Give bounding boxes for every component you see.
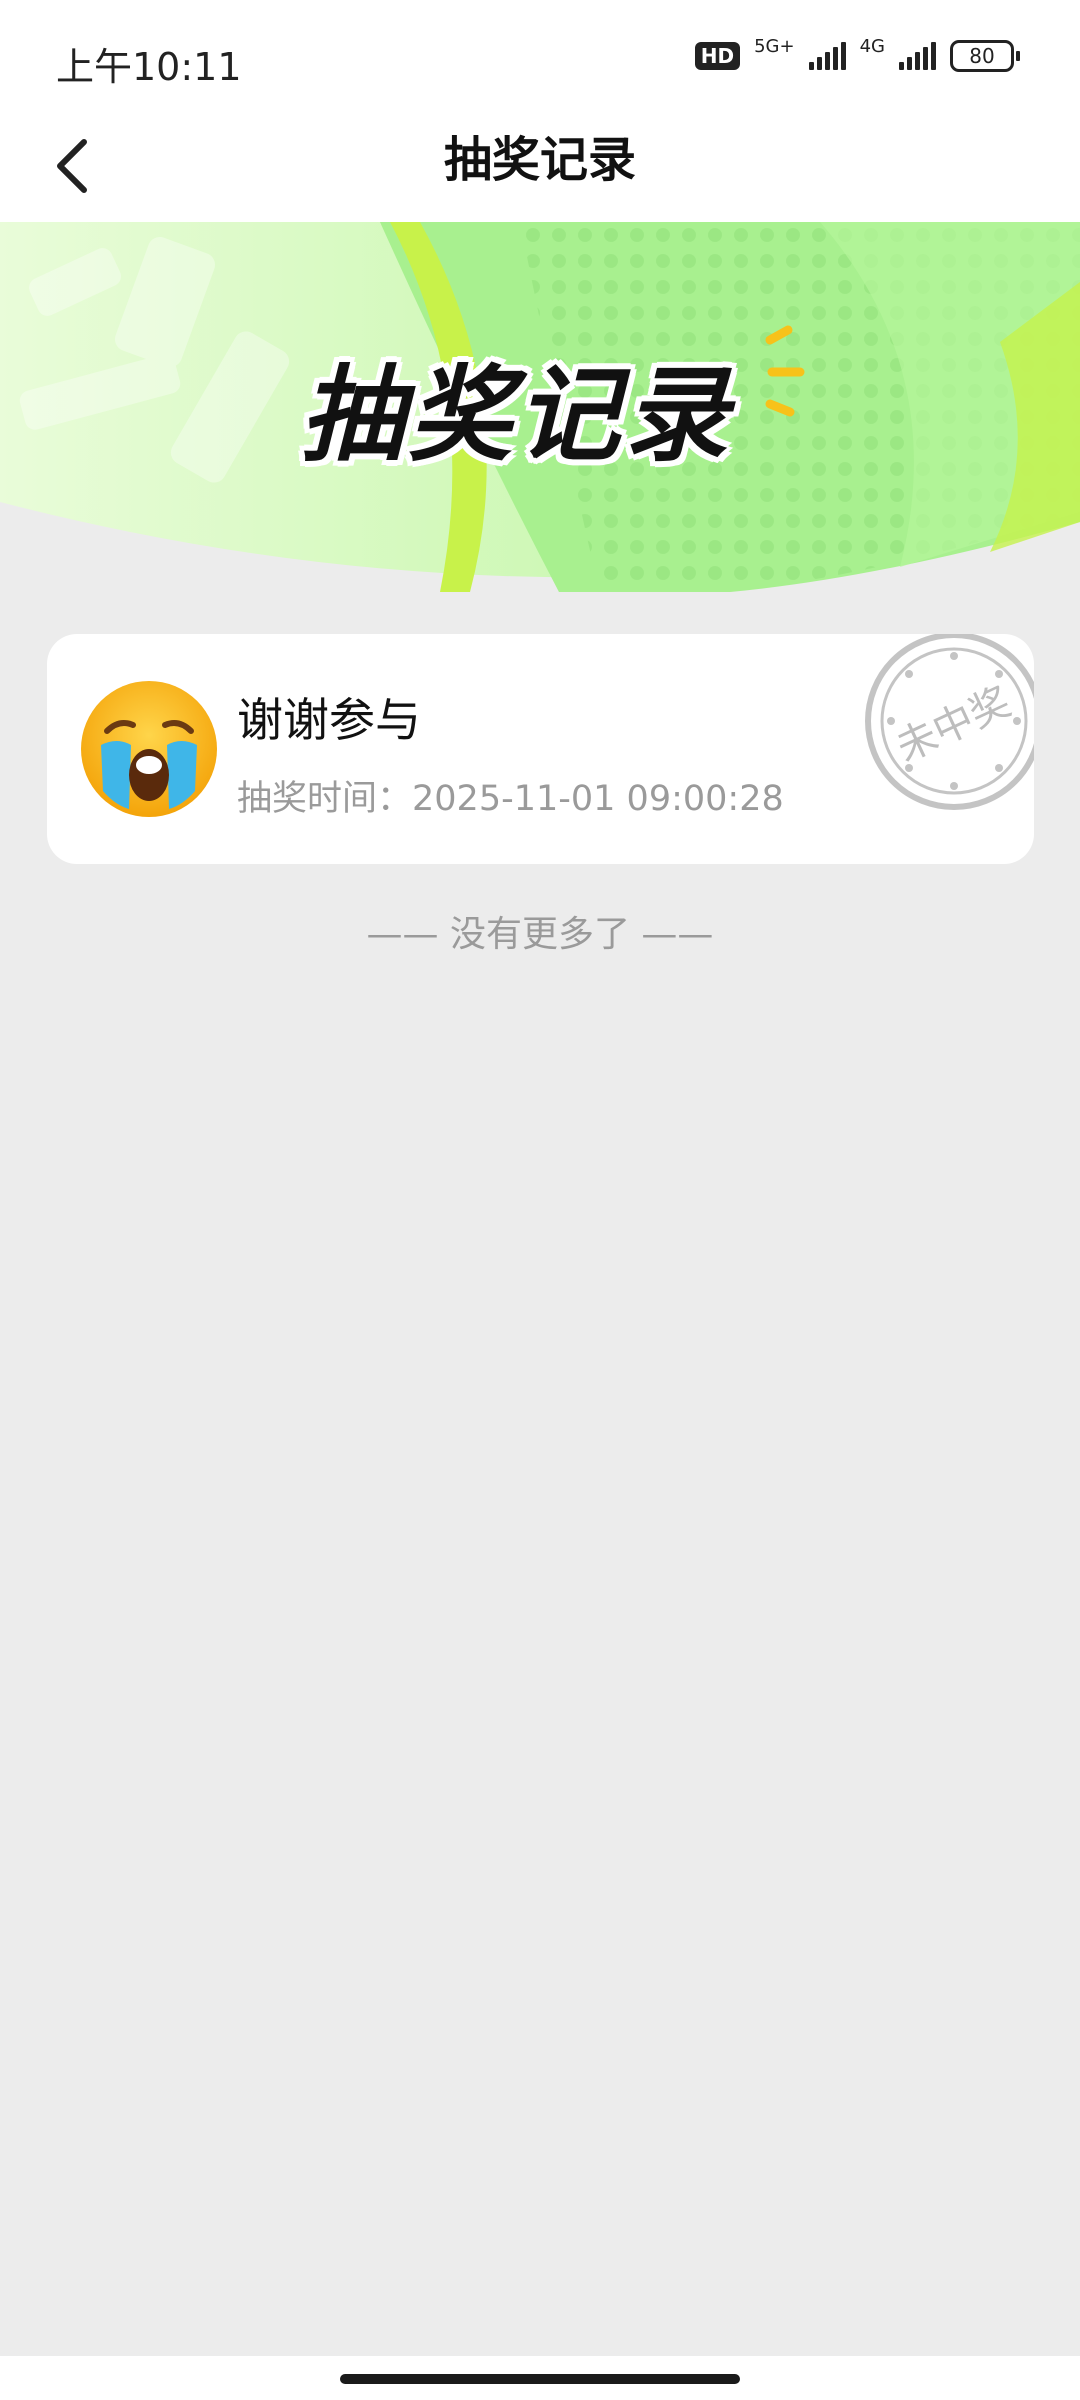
record-time-value: 2025-11-01 09:00:28 [412, 779, 784, 819]
banner: 抽奖记录 [0, 222, 1080, 592]
network-4g-label: 4G [859, 35, 885, 57]
page-title: 抽奖记录 [443, 132, 636, 188]
record-card[interactable]: 谢谢参与 抽奖时间：2025-11-01 09:00:28 未中奖 [47, 634, 1034, 864]
record-title: 谢谢参与 [237, 693, 421, 747]
battery-icon: 80 [950, 40, 1020, 72]
battery-level: 80 [950, 40, 1014, 72]
network-5g-label: 5G+ [754, 35, 795, 57]
home-indicator[interactable] [340, 2374, 740, 2384]
crying-face-emoji-icon [81, 681, 217, 817]
status-icons: HD 5G+ 4G 80 [694, 36, 1020, 72]
status-bar: 上午10:11 HD 5G+ 4G 80 [0, 0, 1080, 110]
banner-title: 抽奖记录 [300, 354, 733, 476]
record-time-label: 抽奖时间： [237, 779, 413, 819]
not-won-stamp: 未中奖 [865, 634, 1034, 810]
stamp-text: 未中奖 [889, 679, 1017, 771]
hd-icon: HD [694, 42, 741, 70]
nav-bar: 抽奖记录 [0, 110, 1080, 222]
record-time: 抽奖时间：2025-11-01 09:00:28 [237, 770, 784, 821]
status-time: 上午10:11 [56, 45, 242, 89]
signal-strength-icon [808, 42, 846, 70]
signal-strength-icon-secondary [899, 42, 936, 70]
home-indicator-area [0, 2356, 1080, 2400]
list-end-text: —— 没有更多了 —— [366, 914, 714, 955]
